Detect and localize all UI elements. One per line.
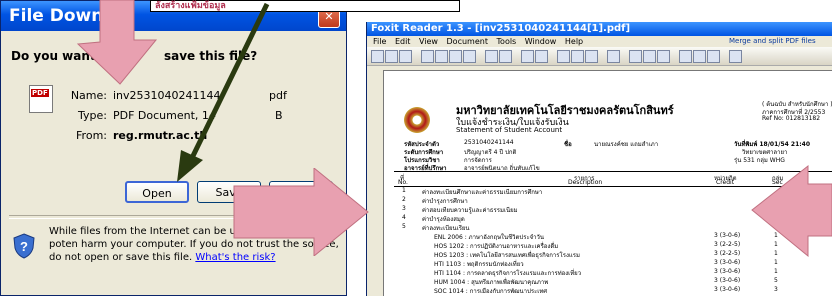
menu-help[interactable]: Help (565, 37, 583, 46)
menu-edit[interactable]: Edit (395, 37, 411, 46)
menu-file[interactable]: File (373, 37, 386, 46)
facing-icon[interactable] (585, 50, 598, 63)
next-page-icon[interactable] (449, 50, 462, 63)
table-cell-no: 2 (402, 196, 406, 203)
table-cell-no: 4 (402, 214, 406, 221)
col-credit-en: Credit (716, 179, 735, 186)
pink-arrow-down-icon (76, 0, 158, 85)
table-cell-no: 5 (402, 223, 406, 230)
find-icon[interactable] (607, 50, 620, 63)
typewriter-icon[interactable] (693, 50, 706, 63)
table-cell-desc: SOC 1014 : การเมืองกับการพัฒนาประเทศ (434, 288, 548, 295)
form-icon[interactable] (679, 50, 692, 63)
table-cell-no: 3 (402, 205, 406, 212)
name-label: Name: (70, 89, 107, 102)
green-arrow-icon (177, 2, 270, 182)
merge-split-banner[interactable]: Merge and split PDF files (729, 36, 816, 47)
foxit-menu-bar: File Edit View Document Tools Window Hel… (367, 36, 832, 47)
type-tail: B (275, 109, 283, 122)
table-cell-sec: 1 (774, 268, 778, 275)
from-label: From: (76, 129, 107, 142)
col-no-en: No. (398, 179, 408, 186)
save-icon[interactable] (385, 50, 398, 63)
pink-arrow-right-icon (233, 168, 369, 256)
svg-text:?: ? (20, 239, 28, 254)
single-page-icon[interactable] (557, 50, 570, 63)
table-cell-sec: 3 (774, 286, 778, 293)
prev-page-icon[interactable] (435, 50, 448, 63)
table-cell-credit: 3 (3-0-6) (714, 232, 741, 239)
table-cell-sec: 5 (774, 277, 778, 284)
table-cell-no: 1 (402, 187, 406, 194)
note-icon[interactable] (657, 50, 670, 63)
zoom-in-icon[interactable] (521, 50, 534, 63)
table-cell-credit: 3 (2-2-5) (714, 241, 741, 248)
plugin-icon[interactable] (729, 50, 742, 63)
shield-icon: ? (13, 233, 35, 259)
student-name: นายณรงค์ชย แถมสำเภา (594, 141, 659, 148)
menu-view[interactable]: View (419, 37, 438, 46)
pink-arrow-left-icon (751, 164, 832, 258)
menu-document[interactable]: Document (447, 37, 488, 46)
ref-number: Ref No: 012813182 (762, 115, 821, 122)
zoom-out-icon[interactable] (535, 50, 548, 63)
menu-window[interactable]: Window (525, 37, 557, 46)
print-icon[interactable] (399, 50, 412, 63)
student-id: 2531040241144 (464, 139, 514, 146)
table-cell-credit: 3 (2-2-5) (714, 250, 741, 257)
first-page-icon[interactable] (421, 50, 434, 63)
university-logo (402, 105, 432, 135)
col-desc-en: Description (568, 179, 603, 186)
select-tool-icon[interactable] (499, 50, 512, 63)
name-label: ชื่อ (564, 141, 572, 148)
menu-tools[interactable]: Tools (497, 37, 517, 46)
table-cell-credit: 3 (3-0-6) (714, 259, 741, 266)
doc-subtitle: Statement of Student Account (456, 126, 563, 134)
type-label: Type: (78, 109, 107, 122)
table-cell-credit: 3 (3-0-6) (714, 268, 741, 275)
table-cell-sec: 1 (774, 259, 778, 266)
last-page-icon[interactable] (463, 50, 476, 63)
edit-icon[interactable] (707, 50, 720, 63)
foxit-title: Foxit Reader 1.3 - [inv2531040241144[1].… (367, 22, 832, 36)
pdf-file-icon: PDF (29, 85, 53, 113)
open-file-icon[interactable] (371, 50, 384, 63)
foxit-toolbar (367, 47, 832, 66)
table-cell-credit: 3 (3-0-6) (714, 286, 741, 293)
hand-tool-icon[interactable] (485, 50, 498, 63)
text-tool-icon[interactable] (643, 50, 656, 63)
snapshot-icon[interactable] (629, 50, 642, 63)
table-cell-credit: 3 (3-0-6) (714, 277, 741, 284)
continuous-icon[interactable] (571, 50, 584, 63)
